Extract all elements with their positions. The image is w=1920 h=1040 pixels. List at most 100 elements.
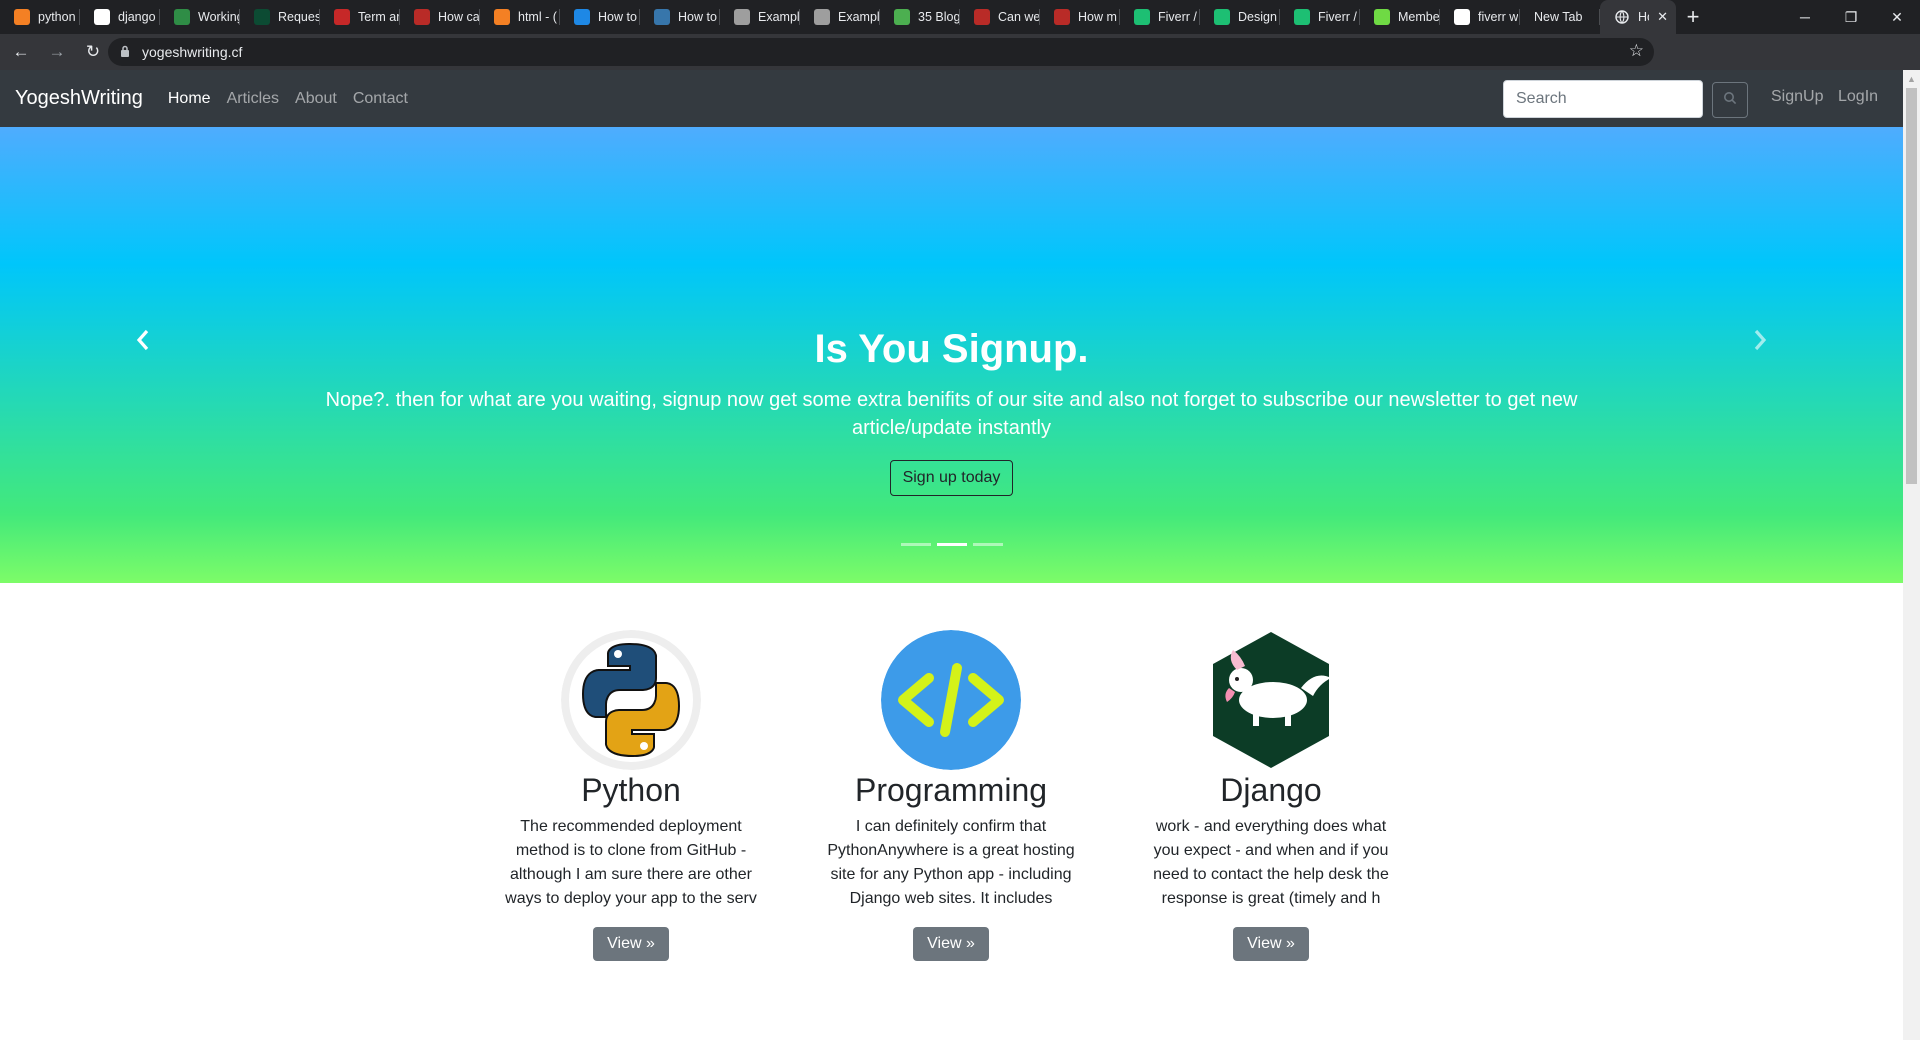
browser-tab[interactable]: Can we <box>960 0 1040 34</box>
python-logo-icon <box>561 630 701 770</box>
browser-tab[interactable]: Fiverr / <box>1280 0 1360 34</box>
carousel-indicator[interactable] <box>972 543 1003 546</box>
browser-tab[interactable]: How to <box>640 0 720 34</box>
browser-tab[interactable]: Reques <box>240 0 320 34</box>
search-input[interactable] <box>1503 80 1703 118</box>
arrow-right-icon: → <box>48 42 66 61</box>
browser-tab[interactable]: How ca <box>400 0 480 34</box>
login-link[interactable]: LogIn <box>1838 88 1878 106</box>
tab-title: Design <box>1238 10 1277 24</box>
stackoverflow-icon <box>494 9 510 25</box>
chevron-right-icon <box>1752 329 1768 356</box>
browser-tab[interactable]: django <box>80 0 160 34</box>
address-bar[interactable]: yogeshwriting.cf ☆ <box>108 38 1654 66</box>
card-title: Django <box>1220 772 1322 808</box>
fiverr-icon <box>1214 9 1230 25</box>
arrow-left-icon: ← <box>12 42 30 61</box>
card-django: Django work - and everything does what y… <box>1131 583 1411 961</box>
browser-tab[interactable]: Design <box>1200 0 1280 34</box>
browser-tab[interactable]: How to <box>560 0 640 34</box>
nav-about[interactable]: About <box>295 90 337 108</box>
stackoverflow-icon <box>14 9 30 25</box>
python-icon <box>654 9 670 25</box>
view-button[interactable]: View » <box>1233 927 1309 961</box>
page-scrollbar[interactable]: ▲ <box>1903 70 1920 1040</box>
django-icon <box>254 9 270 25</box>
quora-icon <box>1054 9 1070 25</box>
new-tab-button[interactable]: + <box>1676 0 1710 34</box>
card-text: I can definitely confirm that PythonAnyw… <box>827 818 1075 907</box>
carousel-title: Is You Signup. <box>814 327 1089 371</box>
tab-title: Fiverr / <box>1318 10 1357 24</box>
minimize-button[interactable]: ─ <box>1782 0 1828 34</box>
tab-title: html - ( <box>518 10 557 24</box>
tab-title: Working <box>198 10 240 24</box>
card-python: Python The recommended deployment method… <box>491 583 771 961</box>
search-button[interactable] <box>1712 82 1748 118</box>
signup-link[interactable]: SignUp <box>1771 88 1823 106</box>
term-icon <box>334 9 350 25</box>
browser-tab-strip: python django Working Reques Term ar How ca ht… <box>0 0 1920 34</box>
browser-tab[interactable]: 35 Blog <box>880 0 960 34</box>
tab-title: Reques <box>278 10 320 24</box>
forward-button[interactable]: → <box>42 37 72 67</box>
tab-title: Exampl <box>758 10 800 24</box>
tab-title: Membe <box>1398 10 1440 24</box>
carousel-indicator-active[interactable] <box>936 543 967 546</box>
tab-title: Can we <box>998 10 1040 24</box>
browser-tab[interactable]: Fiverr / <box>1120 0 1200 34</box>
browser-tab[interactable]: Membe <box>1360 0 1440 34</box>
close-icon[interactable]: ✕ <box>1657 9 1668 25</box>
browser-tab[interactable]: python <box>0 0 80 34</box>
nav-articles[interactable]: Articles <box>227 90 279 108</box>
view-button[interactable]: View » <box>593 927 669 961</box>
carousel-prev-button[interactable] <box>128 327 158 357</box>
nav-home[interactable]: Home <box>168 90 211 108</box>
card-title: Python <box>581 772 681 808</box>
browser-tab[interactable]: How m <box>1040 0 1120 34</box>
google-icon <box>1454 9 1470 25</box>
carousel-indicators <box>0 543 1903 546</box>
gfg-icon <box>174 9 190 25</box>
card-title: Programming <box>854 772 1048 808</box>
carousel-indicator[interactable] <box>900 543 931 546</box>
scroll-up-icon[interactable]: ▲ <box>1907 74 1916 84</box>
scrollbar-thumb[interactable] <box>1906 88 1917 484</box>
tab-list: python django Working Reques Term ar How ca ht… <box>0 0 1600 34</box>
reload-button[interactable]: ↻ <box>78 37 108 67</box>
site-brand[interactable]: YogeshWriting <box>15 87 143 110</box>
browser-tab[interactable]: html - ( <box>480 0 560 34</box>
card-text: The recommended deployment method is to … <box>505 818 757 907</box>
chevron-left-icon <box>135 329 151 356</box>
browser-tab[interactable]: Exampl <box>800 0 880 34</box>
browser-tab[interactable]: Term ar <box>320 0 400 34</box>
close-window-button[interactable]: ✕ <box>1874 0 1920 34</box>
view-button[interactable]: View » <box>913 927 989 961</box>
quora-icon <box>974 9 990 25</box>
site-navbar: YogeshWriting Home Articles About Contac… <box>0 70 1903 127</box>
tab-active[interactable]: Hor ✕ <box>1600 0 1676 34</box>
nav-contact[interactable]: Contact <box>353 90 408 108</box>
bookmark-star-icon[interactable]: ☆ <box>1629 41 1644 61</box>
tab-title: Exampl <box>838 10 880 24</box>
carousel-caption: Is You Signup. Nope?. then for what are … <box>300 327 1603 496</box>
tab-title: fiverr w <box>1478 10 1519 24</box>
restore-button[interactable]: ❐ <box>1828 0 1874 34</box>
code-icon <box>881 630 1021 770</box>
browser-tab[interactable]: fiverr w <box>1440 0 1520 34</box>
card-text: work - and everything does what you expe… <box>1153 818 1389 907</box>
signup-today-button[interactable]: Sign up today <box>889 460 1014 496</box>
tab-title: Hor <box>1638 10 1649 24</box>
upwork-icon <box>1374 9 1390 25</box>
tab-title: How m <box>1078 10 1117 24</box>
browser-tab[interactable]: Exampl <box>720 0 800 34</box>
tab-title: How ca <box>438 10 480 24</box>
carousel-next-button[interactable] <box>1745 327 1775 357</box>
browser-tab[interactable]: Working <box>160 0 240 34</box>
tab-title: Term ar <box>358 10 400 24</box>
browser-tab[interactable]: New Tab <box>1520 0 1600 34</box>
tab-title: How to <box>598 10 637 24</box>
back-button[interactable]: ← <box>6 37 36 67</box>
browser-toolbar: ← → ↻ yogeshwriting.cf ☆ ⋮ <box>0 34 1920 97</box>
tab-title: New Tab <box>1534 10 1583 24</box>
